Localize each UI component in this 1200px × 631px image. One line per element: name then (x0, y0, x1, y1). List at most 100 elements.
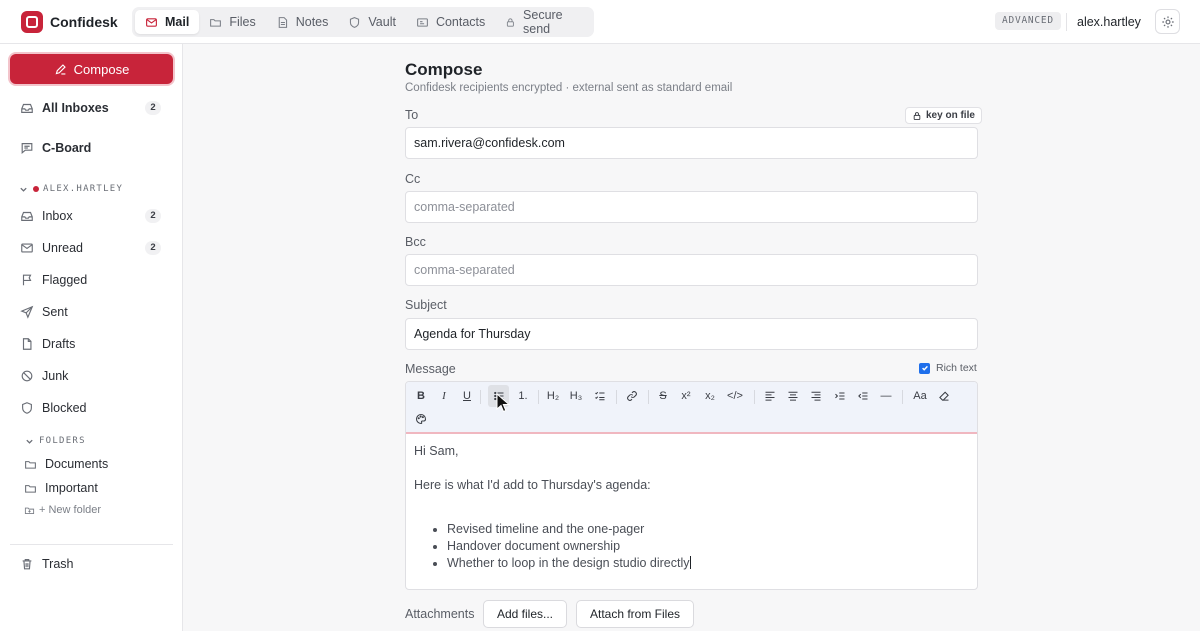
sidebar-item-inbox[interactable]: Inbox 2 (10, 204, 173, 228)
page-subtitle: Confidesk recipients encrypted · externa… (405, 82, 733, 94)
code-button[interactable]: </> (724, 387, 746, 405)
shield-icon (350, 16, 360, 28)
sidebar-item-flagged[interactable]: Flagged (10, 268, 173, 292)
folder-label: Important (45, 481, 98, 495)
tab-secure-send[interactable]: Secure send (495, 8, 591, 36)
folder-icon (25, 484, 36, 493)
new-folder-button[interactable]: + New folder (24, 504, 101, 516)
align-right-icon (811, 391, 821, 401)
cc-label: Cc (405, 172, 421, 186)
underline-button[interactable]: U (460, 387, 474, 405)
lock-icon (507, 17, 515, 27)
app-tabs: Mail Files Notes Vault Contacts Secure s… (132, 7, 594, 37)
align-left-button[interactable] (762, 387, 778, 405)
page-title: Compose (405, 60, 483, 79)
message-greeting[interactable]: Hi Sam, (414, 444, 458, 458)
link-button[interactable] (624, 387, 640, 405)
rich-text-toggle[interactable]: Rich text (919, 362, 977, 374)
tab-label: Secure send (523, 8, 563, 36)
sidebar-item-label: Flagged (42, 273, 88, 287)
outdent-button[interactable] (855, 387, 871, 405)
tab-vault[interactable]: Vault (338, 10, 406, 34)
sidebar-item-label: Inbox (42, 209, 73, 223)
checklist-button[interactable] (592, 387, 608, 405)
bcc-label: Bcc (405, 235, 426, 249)
user-menu[interactable]: alex.hartley (1077, 15, 1141, 29)
sidebar-folder-important[interactable]: Important (24, 481, 98, 495)
inbox-stack-icon (21, 103, 33, 113)
folders-section-header[interactable]: FOLDERS (25, 436, 86, 446)
cc-field[interactable] (405, 191, 978, 223)
confidesk-logo-icon (21, 11, 43, 33)
mode-badge: ADVANCED (995, 12, 1061, 30)
attach-from-files-button[interactable]: Attach from Files (576, 600, 694, 628)
bcc-field[interactable] (405, 254, 978, 286)
ban-icon (21, 370, 33, 382)
tab-contacts[interactable]: Contacts (406, 10, 495, 34)
align-center-button[interactable] (785, 387, 801, 405)
message-bullet-list[interactable]: Revised timeline and the one-pager Hando… (447, 521, 691, 572)
heading-2-button[interactable]: H₂ (545, 387, 561, 405)
trash-icon (22, 559, 32, 570)
shield-icon (22, 402, 32, 414)
sidebar-item-unread[interactable]: Unread 2 (10, 236, 173, 260)
bold-button[interactable]: B (414, 387, 428, 405)
sidebar-item-sent[interactable]: Sent (10, 300, 173, 324)
tab-notes[interactable]: Notes (266, 10, 339, 34)
message-intro[interactable]: Here is what I'd add to Thursday's agend… (414, 478, 651, 492)
unread-count-badge: 2 (145, 209, 161, 223)
folder-icon (25, 460, 36, 469)
list-item: Revised timeline and the one-pager (447, 521, 691, 538)
note-icon (278, 16, 287, 28)
compose-button[interactable]: Compose (10, 54, 173, 84)
sidebar-item-trash[interactable]: Trash (10, 552, 173, 576)
rich-text-checkbox[interactable] (919, 362, 930, 374)
italic-button[interactable]: I (437, 387, 451, 405)
account-section-header[interactable]: ALEX.HARTLEY (19, 184, 123, 194)
subject-field[interactable] (405, 318, 978, 350)
sidebar-item-drafts[interactable]: Drafts (10, 332, 173, 356)
compose-label: Compose (73, 61, 130, 77)
clear-format-button[interactable] (936, 387, 952, 405)
send-icon (20, 305, 34, 319)
tab-mail[interactable]: Mail (135, 10, 200, 34)
toolbar-divider (538, 390, 539, 404)
horizontal-rule-button[interactable]: — (878, 387, 894, 405)
key-badge-label: key on file (926, 110, 975, 121)
sidebar-divider (10, 544, 173, 545)
ordered-list-button[interactable]: 1. (514, 387, 532, 405)
indent-button[interactable] (832, 387, 848, 405)
heading-3-button[interactable]: H₃ (568, 387, 584, 405)
align-right-button[interactable] (808, 387, 824, 405)
message-editor: B I U 1. H₂ H₃ S x² x₂ </> — Aa Hi Sam, … (405, 381, 978, 590)
subscript-button[interactable]: x₂ (702, 387, 718, 405)
sidebar-folder-documents[interactable]: Documents (24, 457, 108, 471)
checklist-icon (595, 391, 605, 401)
sidebar-item-all-inboxes[interactable]: All Inboxes 2 (10, 96, 173, 120)
sidebar-item-blocked[interactable]: Blocked (10, 396, 173, 420)
subject-label: Subject (405, 298, 447, 312)
tab-label: Mail (165, 15, 190, 29)
to-field[interactable] (405, 127, 978, 159)
align-left-icon (765, 391, 775, 401)
toolbar-divider (480, 390, 481, 404)
settings-button[interactable] (1155, 9, 1180, 34)
superscript-button[interactable]: x² (678, 387, 694, 405)
align-center-icon (788, 391, 798, 401)
text-color-button[interactable] (413, 410, 429, 428)
add-files-button[interactable]: Add files... (483, 600, 567, 628)
sidebar-item-label: Blocked (42, 401, 87, 415)
tab-label: Contacts (435, 15, 486, 29)
strikethrough-button[interactable]: S (656, 387, 670, 405)
tab-files[interactable]: Files (199, 10, 265, 34)
formatting-toolbar: B I U 1. H₂ H₃ S x² x₂ </> — Aa (406, 382, 977, 434)
sidebar-item-junk[interactable]: Junk (10, 364, 173, 388)
tab-label: Notes (295, 15, 329, 29)
message-label: Message (405, 362, 456, 376)
folders-label: FOLDERS (39, 436, 86, 446)
new-folder-label: + New folder (39, 504, 102, 516)
font-size-button[interactable]: Aa (910, 387, 930, 405)
folder-icon (210, 18, 222, 27)
envelope-icon (21, 243, 33, 253)
sidebar-item-c-board[interactable]: C-Board (10, 136, 173, 160)
